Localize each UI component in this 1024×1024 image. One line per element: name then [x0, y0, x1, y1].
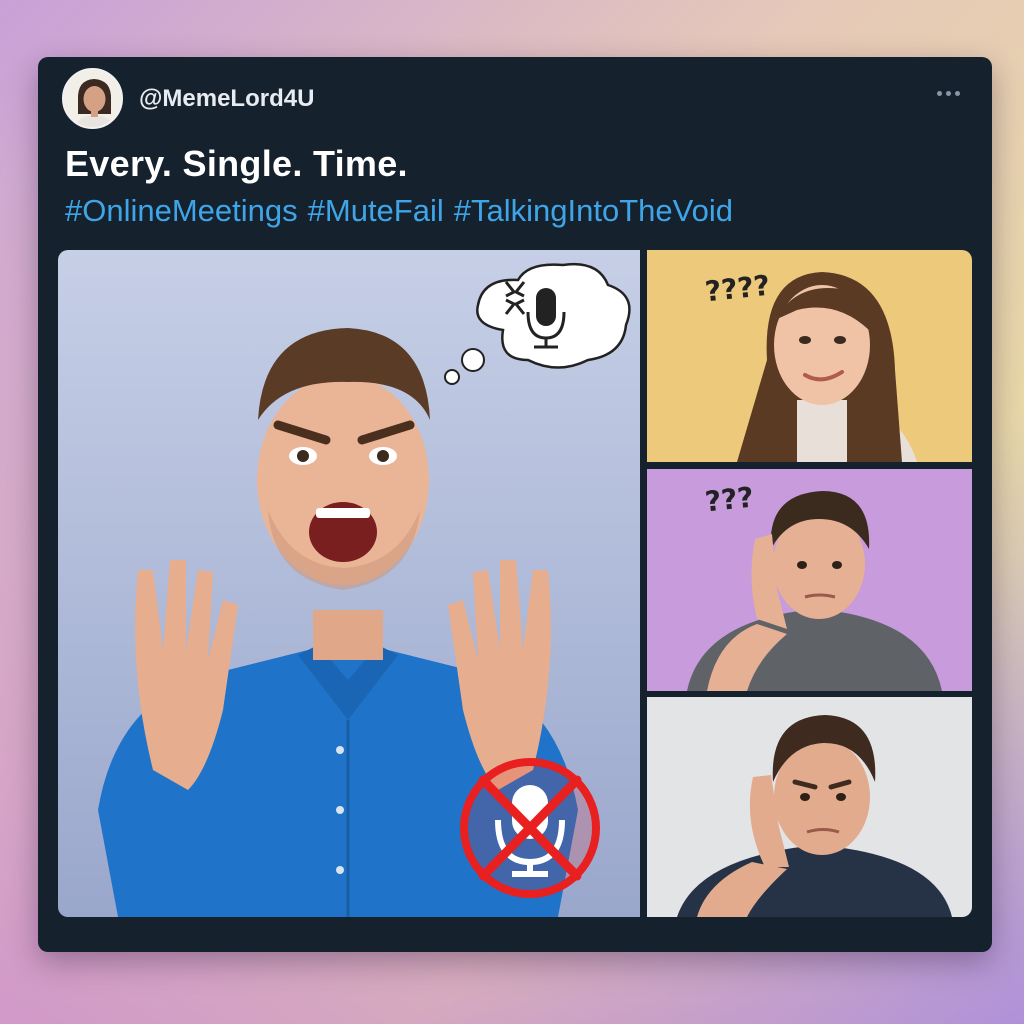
listening-man-image: [677, 715, 952, 917]
hashtag-talkingintothevoid[interactable]: #TalkingIntoTheVoid: [454, 193, 733, 228]
muted-microphone-icon[interactable]: [460, 758, 600, 898]
reaction-text: ???: [703, 480, 756, 519]
hashtag-onlinemeetings[interactable]: #OnlineMeetings: [65, 193, 298, 228]
post-header: @MemeLord4U: [62, 68, 968, 130]
social-post-card: @MemeLord4U Every. Single. Time. #Online…: [38, 57, 992, 952]
participant-tile-2[interactable]: ???: [647, 469, 972, 691]
confused-man-image: [687, 491, 942, 691]
hashtag-list: #OnlineMeetings #MuteFail #TalkingIntoTheV…: [65, 193, 743, 229]
participant-tile-3[interactable]: [647, 697, 972, 917]
username[interactable]: @MemeLord4U: [139, 85, 314, 113]
hashtag-mutefail[interactable]: #MuteFail: [308, 193, 444, 228]
woman-participant-image: [737, 272, 917, 462]
video-call-grid: ???? ???: [58, 250, 972, 917]
reaction-text: ????: [703, 268, 772, 309]
shouting-man-image: [98, 262, 631, 917]
main-speaker-tile[interactable]: [58, 250, 640, 917]
avatar[interactable]: [62, 68, 123, 129]
participant-tile-1[interactable]: ????: [647, 250, 972, 462]
more-options-icon[interactable]: [928, 78, 968, 108]
post-caption: Every. Single. Time.: [65, 143, 408, 184]
